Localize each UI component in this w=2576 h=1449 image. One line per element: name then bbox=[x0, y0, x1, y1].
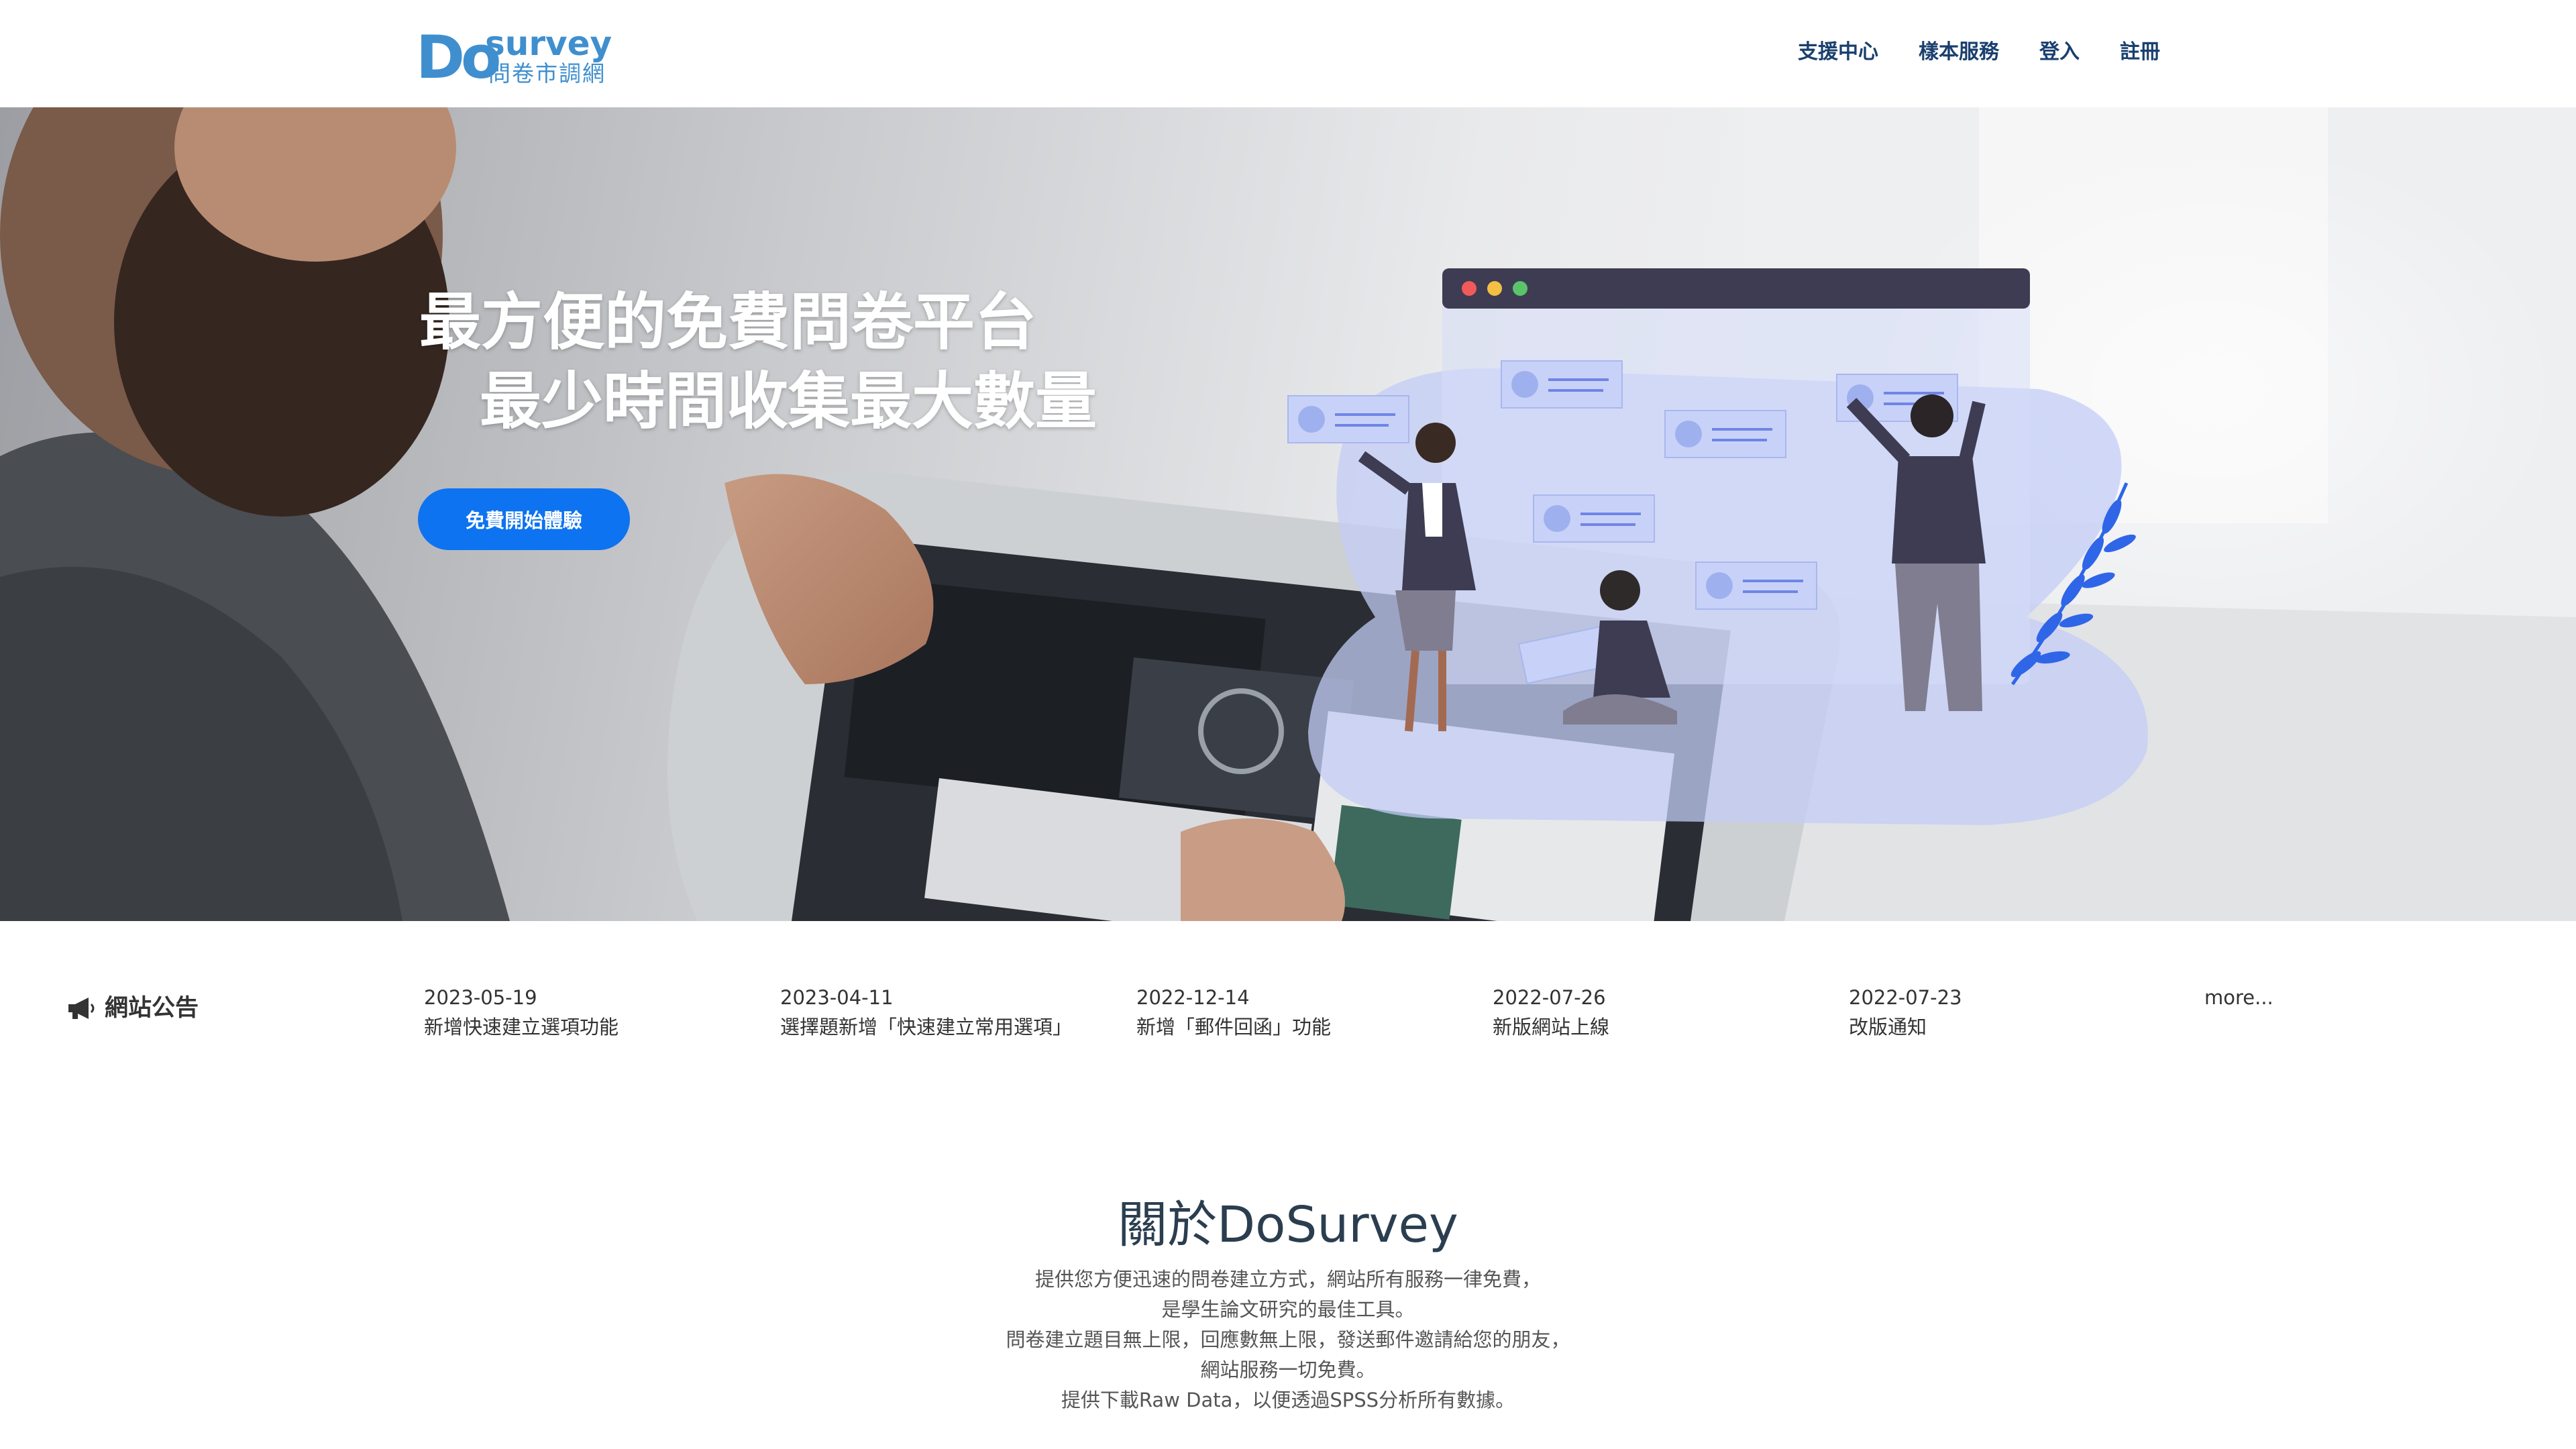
announcement-text: 選擇題新增「快速建立常用選項」 bbox=[780, 1016, 1073, 1038]
announcement-date: 2022-07-23 bbox=[1849, 986, 1962, 1009]
about-line: 網站服務一切免費。 bbox=[1200, 1358, 1376, 1381]
hero-title-line2: 最少時間收集最大數量 bbox=[480, 366, 1097, 437]
announcement-text: 新增「郵件回函」功能 bbox=[1136, 1016, 1332, 1038]
announcement-date: 2023-05-19 bbox=[424, 986, 537, 1009]
announcements-title-text: 網站公告 bbox=[105, 995, 199, 1022]
main-nav: 支援中心 樣本服務 登入 註冊 bbox=[1758, 38, 2160, 67]
announcement-item[interactable]: 2022-07-23 改版通知 bbox=[1849, 983, 1962, 1042]
hero-title: 最方便的免費問卷平台 最少時間收集最大數量 bbox=[419, 283, 1097, 441]
site-header: Do survey 問卷市調網 支援中心 樣本服務 登入 註冊 bbox=[0, 0, 2576, 107]
about-line: 提供您方便迅速的問卷建立方式，網站所有服務一律免費， bbox=[1034, 1268, 1541, 1291]
megaphone-icon bbox=[68, 998, 95, 1019]
announcement-text: 新增快速建立選項功能 bbox=[424, 1016, 619, 1038]
announcement-text: 改版通知 bbox=[1849, 1016, 1927, 1038]
nav-register[interactable]: 註冊 bbox=[2120, 38, 2160, 67]
nav-support-center[interactable]: 支援中心 bbox=[1798, 38, 1878, 67]
nav-login[interactable]: 登入 bbox=[2039, 38, 2080, 67]
announcement-date: 2022-12-14 bbox=[1136, 986, 1250, 1009]
about-description: 提供您方便迅速的問卷建立方式，網站所有服務一律免費， 是學生論文研究的最佳工具。… bbox=[0, 1265, 2576, 1415]
about-line: 問卷建立題目無上限，回應數無上限，發送郵件邀請給您的朋友， bbox=[1006, 1328, 1570, 1351]
about-line: 是學生論文研究的最佳工具。 bbox=[1161, 1298, 1415, 1321]
logo-subtitle: 問卷市調網 bbox=[488, 60, 606, 87]
announcement-date: 2023-04-11 bbox=[780, 986, 894, 1009]
announcement-item[interactable]: 2023-05-19 新增快速建立選項功能 bbox=[424, 983, 619, 1042]
nav-sample-service[interactable]: 樣本服務 bbox=[1919, 38, 1999, 67]
announcements-bar: 網站公告 2023-05-19 新增快速建立選項功能 2023-04-11 選擇… bbox=[0, 921, 2576, 1049]
announcement-item[interactable]: 2022-07-26 新版網站上線 bbox=[1493, 983, 1609, 1042]
hero-background-photo bbox=[0, 107, 2576, 921]
start-free-trial-button[interactable]: 免費開始體驗 bbox=[418, 488, 630, 550]
logo-survey-text: survey bbox=[485, 24, 612, 63]
announcements-more-link[interactable]: more... bbox=[2204, 983, 2273, 1012]
dosurvey-logo[interactable]: Do survey 問卷市調網 bbox=[416, 24, 612, 90]
about-line: 提供下載Raw Data，以便透過SPSS分析所有數據。 bbox=[1061, 1389, 1515, 1411]
about-title: 關於DoSurvey bbox=[1118, 1196, 1458, 1254]
announcements-title: 網站公告 bbox=[67, 994, 199, 1023]
announcement-item[interactable]: 2023-04-11 選擇題新增「快速建立常用選項」 bbox=[780, 983, 1072, 1042]
announcement-item[interactable]: 2022-12-14 新增「郵件回函」功能 bbox=[1136, 983, 1331, 1042]
hero-title-line1: 最方便的免費問卷平台 bbox=[419, 286, 1037, 358]
about-section: 關於DoSurvey 提供您方便迅速的問卷建立方式，網站所有服務一律免費， 是學… bbox=[0, 1049, 2576, 1449]
announcement-date: 2022-07-26 bbox=[1493, 986, 1606, 1009]
announcement-text: 新版網站上線 bbox=[1493, 1016, 1610, 1038]
hero-banner: 最方便的免費問卷平台 最少時間收集最大數量 免費開始體驗 bbox=[0, 107, 2576, 921]
